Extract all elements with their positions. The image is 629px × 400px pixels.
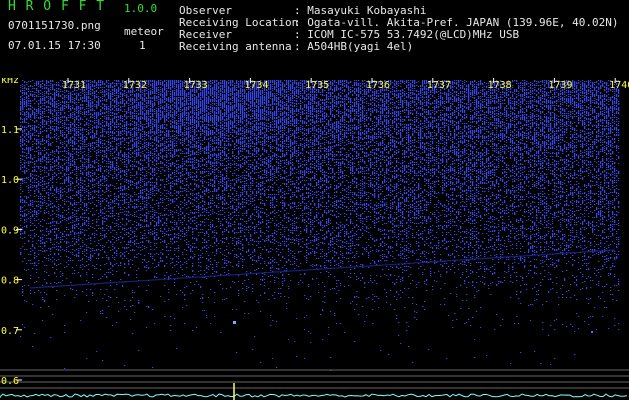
time-label: 1732 xyxy=(123,80,147,91)
freq-label: 1.0 xyxy=(1,175,19,186)
time-label: 1736 xyxy=(366,80,390,91)
time-label: 1740 xyxy=(609,80,629,91)
header-panel: H R O F F T 1.0.0 0701151730.png 07.01.1… xyxy=(0,0,629,78)
time-label: 1739 xyxy=(548,80,572,91)
time-label: 1735 xyxy=(305,80,329,91)
time-label: 1733 xyxy=(184,80,208,91)
time-label: 1737 xyxy=(427,80,451,91)
app-name: H R O F F T xyxy=(8,0,106,14)
freq-label: 0.6 xyxy=(1,376,19,387)
info-key-antenna: Receiving antenna xyxy=(179,40,292,53)
unit-label: kHz xyxy=(1,78,19,86)
spectrogram: 1731 1732 1733 1734 1735 1736 1737 1738 1739 1740… xyxy=(0,78,629,400)
time-label: 1738 xyxy=(488,80,512,91)
app-version: 1.0.0 xyxy=(124,2,158,15)
file-datetime: 07.01.15 17:30 xyxy=(8,39,101,52)
meteor-echo xyxy=(233,321,236,324)
freq-label: 0.9 xyxy=(1,225,19,236)
meteor-label: meteor xyxy=(124,25,164,38)
time-label: 1734 xyxy=(244,80,268,91)
time-label: 1731 xyxy=(62,80,86,91)
echo-dot xyxy=(591,331,593,333)
meteor-count: 1 xyxy=(139,39,146,52)
file-name: 0701151730.png xyxy=(8,19,101,32)
freq-label: 0.7 xyxy=(1,326,19,337)
info-value-antenna: : A504HB(yagi 4el) xyxy=(294,40,414,53)
freq-label: 0.8 xyxy=(1,276,19,287)
freq-label: 1.1 xyxy=(1,125,19,136)
